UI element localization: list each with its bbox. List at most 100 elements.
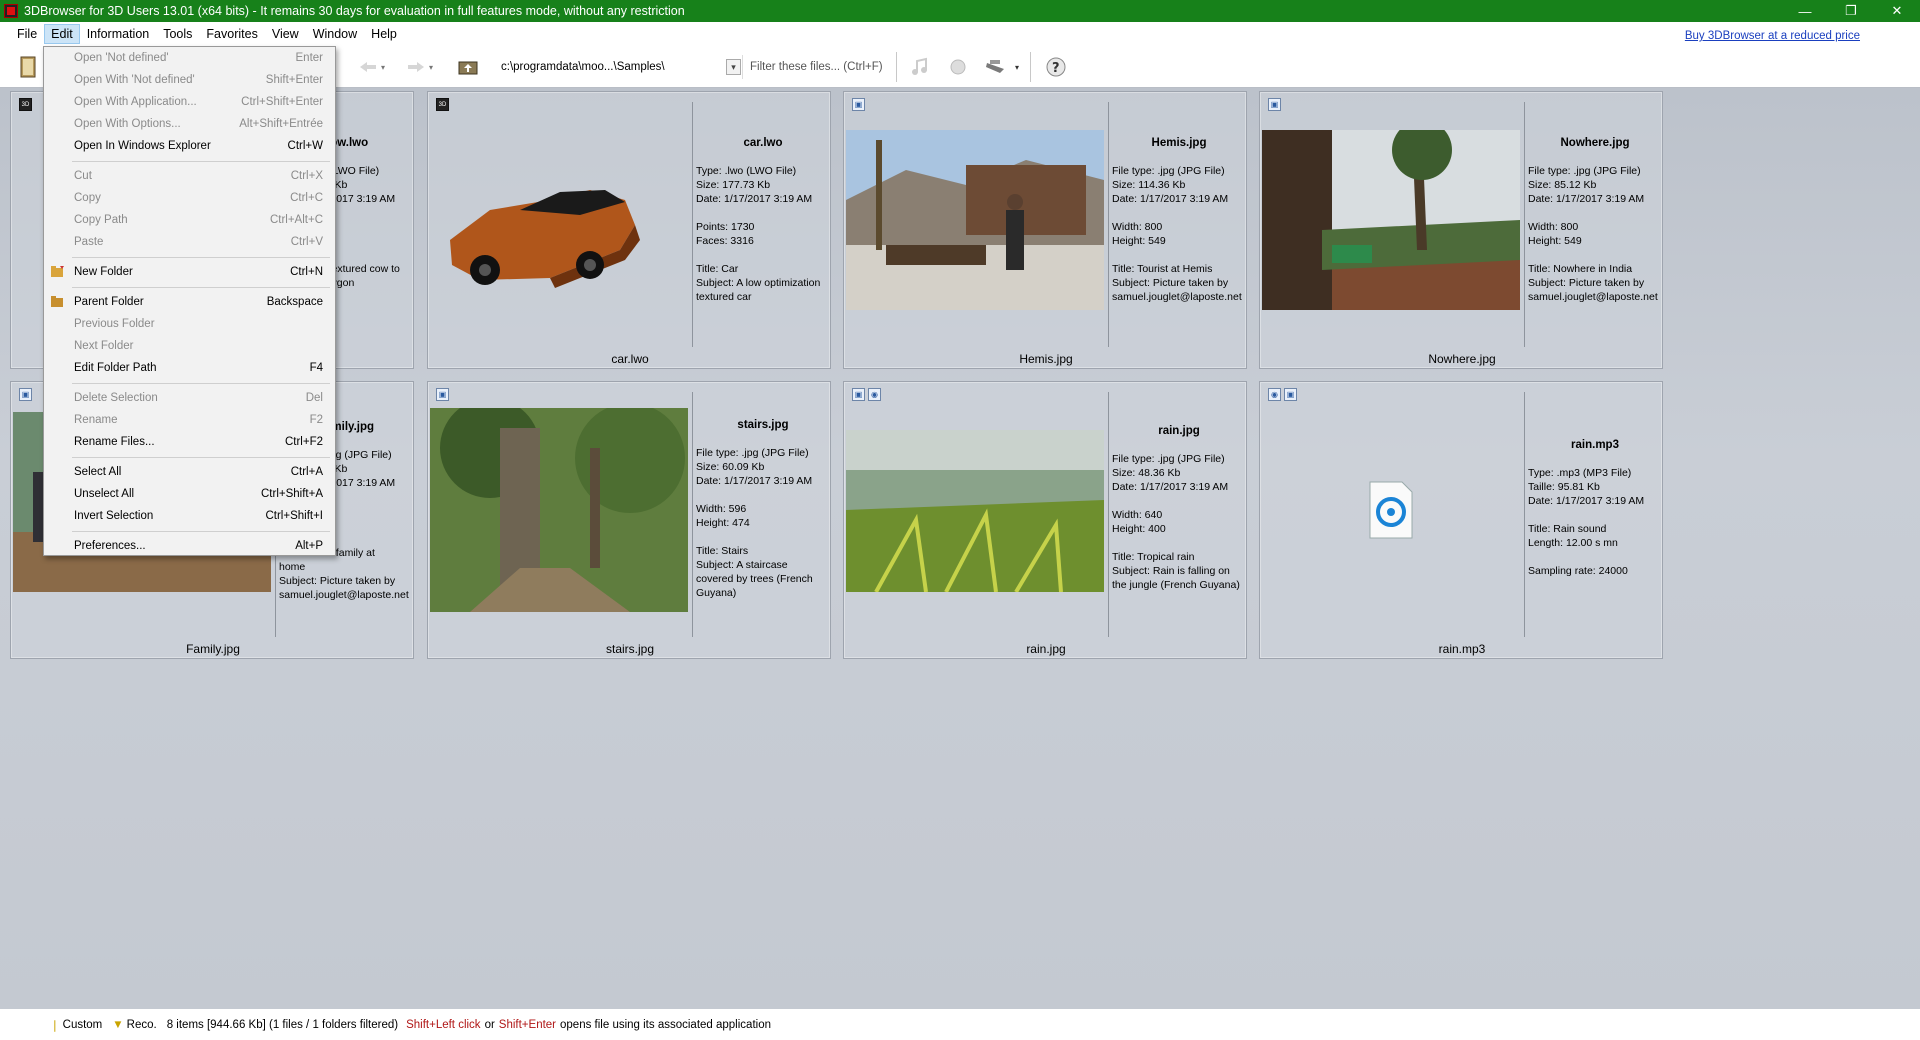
help-icon[interactable]: ? [1044, 55, 1068, 79]
menu-information[interactable]: Information [80, 24, 157, 44]
image-file-icon: ▣ [852, 388, 865, 401]
info-line: Height: 400 [1112, 523, 1166, 535]
file-name: Family.jpg [186, 642, 240, 656]
file-card-rain-jpg[interactable]: ▣ ◉ rain.jpg File type: .jpg (JPG File) … [843, 381, 1247, 659]
file-card-rain-mp3[interactable]: ◉ ▣ rain.mp3 Type: .mp3 (MP3 File) Taill… [1259, 381, 1663, 659]
info-line: textured car [696, 291, 752, 303]
menu-copy[interactable]: Copy Ctrl+C [44, 187, 335, 209]
file-card-stairs[interactable]: ▣ stairs.jpg File type: .jpg (JPG File) … [427, 381, 831, 659]
info-line: Width: 800 [1528, 221, 1579, 233]
file-info: rain.jpg File type: .jpg (JPG File) Size… [1112, 424, 1246, 592]
file-card-car[interactable]: 3D car.lwo Type: .lwo (LWO File) Size: 1… [427, 91, 831, 369]
menu-cut[interactable]: Cut Ctrl+X [44, 165, 335, 187]
path-dropdown-icon[interactable]: ▾ [726, 59, 741, 75]
file-card-hemis[interactable]: ▣ Hemis.jpg File type: .jpg (JPG File) S… [843, 91, 1247, 369]
tools-icon[interactable] [984, 55, 1008, 79]
menu-unselect-all[interactable]: Unselect All Ctrl+Shift+A [44, 483, 335, 505]
custom-filter-label[interactable]: Custom [63, 1019, 103, 1031]
menu-edit[interactable]: Edit [44, 24, 80, 44]
menu-open-with-options[interactable]: Open With Options... Alt+Shift+Entrée [44, 113, 335, 135]
info-line: Date: 1/17/2017 3:19 AM [1528, 495, 1645, 507]
file-card-nowhere[interactable]: ▣ Nowhere.jpg File type: .jpg (JPG File)… [1259, 91, 1663, 369]
menu-copy-path[interactable]: Copy Path Ctrl+Alt+C [44, 209, 335, 231]
image-file-icon: ▣ [1268, 98, 1281, 111]
3d-file-icon: 3D [19, 98, 32, 111]
info-line: Subject: A staircase [696, 559, 788, 571]
file-info: stairs.jpg File type: .jpg (JPG File) Si… [696, 418, 830, 600]
info-line: Size: 48.36 Kb [1112, 467, 1181, 479]
menu-open-not-defined[interactable]: Open 'Not defined' Enter [44, 47, 335, 69]
tools-dropdown-icon[interactable]: ▾ [1012, 55, 1022, 79]
info-line: Height: 549 [1528, 235, 1582, 247]
info-line: Size: 60.09 Kb [696, 461, 765, 473]
custom-filter-icon[interactable]: ❘ [50, 1018, 60, 1032]
menu-favorites[interactable]: Favorites [199, 24, 264, 44]
new-folder-icon [51, 266, 64, 277]
menu-paste[interactable]: Paste Ctrl+V [44, 231, 335, 253]
file-info-title: Nowhere.jpg [1560, 137, 1630, 149]
back-dropdown-icon[interactable]: ▾ [378, 55, 388, 79]
info-line: samuel.jouglet@laposte.net [1528, 291, 1658, 303]
close-button[interactable]: ✕ [1874, 0, 1920, 22]
hint-shift-left-click: Shift+Left click [406, 1018, 481, 1031]
menu-select-all[interactable]: Select All Ctrl+A [44, 461, 335, 483]
reco-filter-icon[interactable]: ▼ [112, 1019, 123, 1031]
nowhere-thumbnail [1262, 130, 1520, 310]
info-line: Width: 640 [1112, 509, 1163, 521]
info-line: File type: .jpg (JPG File) [1528, 165, 1641, 177]
stairs-thumbnail [430, 408, 688, 612]
menu-new-folder[interactable]: New Folder Ctrl+N [44, 261, 335, 283]
menu-delete-selection[interactable]: Delete Selection Del [44, 387, 335, 409]
menu-preferences[interactable]: Preferences... Alt+P [44, 535, 335, 557]
info-line: Subject: A low optimization [696, 277, 821, 289]
filter-input[interactable]: Filter these files... (Ctrl+F) [750, 55, 900, 79]
info-line: File type: .jpg (JPG File) [1112, 453, 1225, 465]
music-note-icon[interactable] [908, 55, 932, 79]
info-line: Size: 114.36 Kb [1112, 179, 1186, 191]
menu-tools[interactable]: Tools [156, 24, 199, 44]
car-thumbnail [430, 130, 688, 310]
menu-window[interactable]: Window [306, 24, 364, 44]
restore-button[interactable]: ❐ [1828, 0, 1874, 22]
path-field[interactable]: c:\programdata\moo...\Samples\ [493, 55, 743, 79]
info-line: Faces: 3316 [696, 235, 754, 247]
menu-file[interactable]: File [10, 24, 44, 44]
menu-open-with-not-defined[interactable]: Open With 'Not defined' Shift+Enter [44, 69, 335, 91]
menu-rename-files[interactable]: Rename Files... Ctrl+F2 [44, 431, 335, 453]
parent-folder-icon[interactable] [456, 55, 480, 79]
menu-help[interactable]: Help [364, 24, 404, 44]
menu-next-folder[interactable]: Next Folder [44, 335, 335, 357]
minimize-button[interactable]: — [1782, 0, 1828, 22]
audio-file-icon: ◉ [1268, 388, 1281, 401]
menu-invert-selection[interactable]: Invert Selection Ctrl+Shift+I [44, 505, 335, 527]
buy-link[interactable]: Buy 3DBrowser at a reduced price [1685, 30, 1860, 42]
menu-view[interactable]: View [265, 24, 306, 44]
info-line: Subject: Picture taken by [1112, 277, 1229, 289]
sphere-icon[interactable] [946, 55, 970, 79]
menu-parent-folder[interactable]: Parent Folder Backspace [44, 291, 335, 313]
hint-or: or [484, 1018, 495, 1031]
info-line: File type: .jpg (JPG File) [696, 447, 809, 459]
info-line: Date: 1/17/2017 3:19 AM [696, 193, 813, 205]
forward-arrow-icon[interactable] [404, 55, 428, 79]
hint-shift-enter: Shift+Enter [498, 1018, 557, 1031]
reco-filter-label[interactable]: Reco. [127, 1019, 157, 1031]
info-line: samuel.jouglet@laposte.net [279, 589, 409, 601]
back-arrow-icon[interactable] [356, 55, 380, 79]
file-name: rain.jpg [1026, 642, 1066, 656]
status-bar: ❘ Custom ▼ Reco. 8 items [944.66 Kb] (1 … [0, 1009, 1920, 1040]
menu-edit-folder-path[interactable]: Edit Folder Path F4 [44, 357, 335, 379]
menu-open-in-explorer[interactable]: Open In Windows Explorer Ctrl+W [44, 135, 335, 157]
book-icon[interactable] [16, 55, 40, 79]
hint-text: opens file using its associated applicat… [560, 1018, 771, 1031]
forward-dropdown-icon[interactable]: ▾ [426, 55, 436, 79]
info-line: Subject: Picture taken by [279, 575, 396, 587]
info-line: Width: 596 [696, 503, 747, 515]
menu-previous-folder[interactable]: Previous Folder [44, 313, 335, 335]
file-name: car.lwo [611, 352, 649, 366]
menu-rename[interactable]: Rename F2 [44, 409, 335, 431]
menu-open-with-application[interactable]: Open With Application... Ctrl+Shift+Enter [44, 91, 335, 113]
info-line: Guyana) [696, 587, 737, 599]
image-file-icon: ▣ [436, 388, 449, 401]
image-file-icon: ▣ [19, 388, 32, 401]
